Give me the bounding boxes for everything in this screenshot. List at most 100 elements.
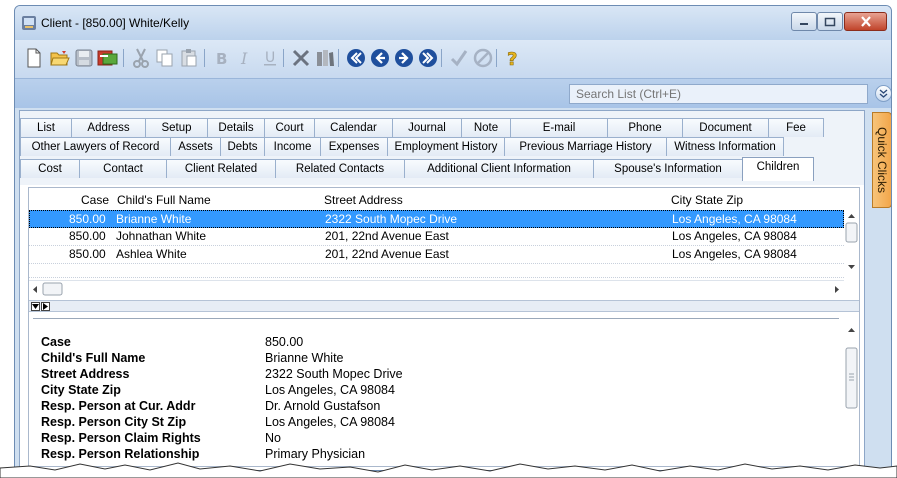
- copy-button[interactable]: [154, 47, 176, 69]
- tab-related-contacts[interactable]: Related Contacts: [275, 159, 405, 178]
- tab-expenses[interactable]: Expenses: [320, 137, 388, 156]
- detail-value: 2322 South Mopec Drive: [265, 367, 403, 381]
- detail-value: Los Angeles, CA 98084: [265, 415, 395, 429]
- tab-additional-client-information[interactable]: Additional Client Information: [404, 159, 594, 178]
- save-icon: [75, 49, 93, 67]
- tab-witness-information[interactable]: Witness Information: [666, 137, 784, 156]
- detail-value: Dr. Arnold Gustafson: [265, 399, 381, 413]
- quick-clicks-tab[interactable]: Quick Clicks: [872, 112, 891, 208]
- tab-list[interactable]: List: [20, 118, 72, 137]
- tab-children[interactable]: Children: [742, 157, 814, 181]
- detail-label: Child's Full Name: [41, 351, 146, 365]
- search-input[interactable]: [569, 84, 868, 104]
- last-record-button[interactable]: [417, 47, 439, 69]
- maximize-button[interactable]: [817, 12, 843, 31]
- app-icon: [22, 16, 36, 30]
- next-icon: [395, 49, 413, 67]
- open-button[interactable]: [49, 47, 71, 69]
- minimize-button[interactable]: [791, 12, 817, 31]
- tab-income[interactable]: Income: [264, 137, 321, 156]
- new-icon: [27, 48, 41, 68]
- cut-icon: [133, 48, 149, 68]
- underline-button[interactable]: U: [259, 47, 281, 69]
- bold-button[interactable]: B: [211, 47, 233, 69]
- tab-debts[interactable]: Debts: [220, 137, 265, 156]
- new-button[interactable]: [23, 47, 45, 69]
- tab-previous-marriage-history[interactable]: Previous Marriage History: [504, 137, 667, 156]
- tab-note[interactable]: Note: [461, 118, 511, 137]
- collapse-up-button[interactable]: [31, 302, 40, 311]
- tab-cost[interactable]: Cost: [20, 159, 80, 178]
- cell-childs-full-name: Ashlea White: [116, 247, 187, 261]
- tab-other-lawyers[interactable]: Other Lawyers of Record: [20, 137, 171, 156]
- cell-street-address: 2322 South Mopec Drive: [325, 212, 458, 226]
- detail-vertical-scrollbar[interactable]: [844, 322, 859, 466]
- tab-phone[interactable]: Phone: [607, 118, 683, 137]
- expand-button[interactable]: [875, 85, 891, 102]
- children-content: Case Child's Full Name Street Address Ci…: [28, 187, 860, 467]
- tools-button[interactable]: [290, 47, 312, 69]
- tab-address[interactable]: Address: [71, 118, 146, 137]
- help-button[interactable]: ?: [503, 47, 525, 69]
- export-button[interactable]: [97, 47, 119, 69]
- paste-button[interactable]: [178, 47, 200, 69]
- table-row[interactable]: 850.00 Brianne White 2322 South Mopec Dr…: [29, 210, 844, 228]
- title-bar[interactable]: Client - [850.00] White/Kelly: [15, 6, 891, 40]
- copy-icon: [156, 49, 173, 67]
- tab-document[interactable]: Document: [682, 118, 769, 137]
- previous-record-button[interactable]: [369, 47, 391, 69]
- tab-fee[interactable]: Fee: [768, 118, 824, 137]
- close-button[interactable]: [844, 12, 887, 31]
- cell-childs-full-name: Brianne White: [116, 212, 192, 226]
- tab-assets[interactable]: Assets: [170, 137, 221, 156]
- divider: [33, 318, 839, 319]
- table-row[interactable]: 850.00 Ashlea White 201, 22nd Avenue Eas…: [29, 246, 844, 264]
- tab-email[interactable]: E-mail: [510, 118, 608, 137]
- panel-splitter[interactable]: [29, 300, 859, 312]
- cell-case: 850.00: [69, 229, 106, 243]
- cancel-icon: [473, 48, 493, 68]
- tab-row-2: Other Lawyers of Record Assets Debts Inc…: [20, 137, 784, 156]
- cell-street-address: 201, 22nd Avenue East: [325, 229, 449, 243]
- confirm-button[interactable]: [448, 47, 470, 69]
- italic-button[interactable]: I: [235, 47, 257, 69]
- cell-street-address: 201, 22nd Avenue East: [325, 247, 449, 261]
- tab-contact[interactable]: Contact: [79, 159, 167, 178]
- first-record-button[interactable]: [345, 47, 367, 69]
- bold-icon: B: [216, 50, 227, 67]
- tab-details[interactable]: Details: [207, 118, 265, 137]
- tab-spouses-information[interactable]: Spouse's Information: [593, 159, 743, 178]
- detail-label: Resp. Person Claim Rights: [41, 431, 201, 445]
- tab-client-related[interactable]: Client Related: [166, 159, 276, 178]
- grid-vertical-scrollbar[interactable]: [844, 210, 859, 272]
- next-record-button[interactable]: [393, 47, 415, 69]
- paste-icon: [181, 49, 197, 67]
- column-street-address[interactable]: Street Address: [324, 193, 403, 207]
- torn-edge: [0, 462, 897, 478]
- help-icon: ?: [507, 49, 518, 68]
- tab-court[interactable]: Court: [264, 118, 315, 137]
- detail-label: Resp. Person at Cur. Addr: [41, 399, 196, 413]
- children-grid: Case Child's Full Name Street Address Ci…: [29, 188, 859, 296]
- tab-calendar[interactable]: Calendar: [314, 118, 393, 137]
- grid-horizontal-scrollbar[interactable]: [29, 280, 844, 296]
- table-row[interactable]: 850.00 Johnathan White 201, 22nd Avenue …: [29, 228, 844, 246]
- tab-setup[interactable]: Setup: [145, 118, 208, 137]
- cell-city-state-zip: Los Angeles, CA 98084: [672, 212, 797, 226]
- cell-childs-full-name: Johnathan White: [116, 229, 207, 243]
- tab-journal[interactable]: Journal: [392, 118, 462, 137]
- svg-text:B: B: [216, 50, 227, 67]
- collapse-side-button[interactable]: [41, 302, 50, 311]
- client-panel: List Address Setup Details Court Calenda…: [19, 110, 865, 470]
- save-button[interactable]: [73, 47, 95, 69]
- column-childs-full-name[interactable]: Child's Full Name: [117, 193, 211, 207]
- cell-case: 850.00: [69, 247, 106, 261]
- column-case[interactable]: Case: [81, 193, 109, 207]
- cancel-button[interactable]: [472, 47, 494, 69]
- tools-icon: [292, 49, 310, 67]
- search-bar: [15, 78, 891, 108]
- cut-button[interactable]: [130, 47, 152, 69]
- library-button[interactable]: [314, 47, 336, 69]
- tab-employment-history[interactable]: Employment History: [387, 137, 505, 156]
- column-city-state-zip[interactable]: City State Zip: [671, 193, 743, 207]
